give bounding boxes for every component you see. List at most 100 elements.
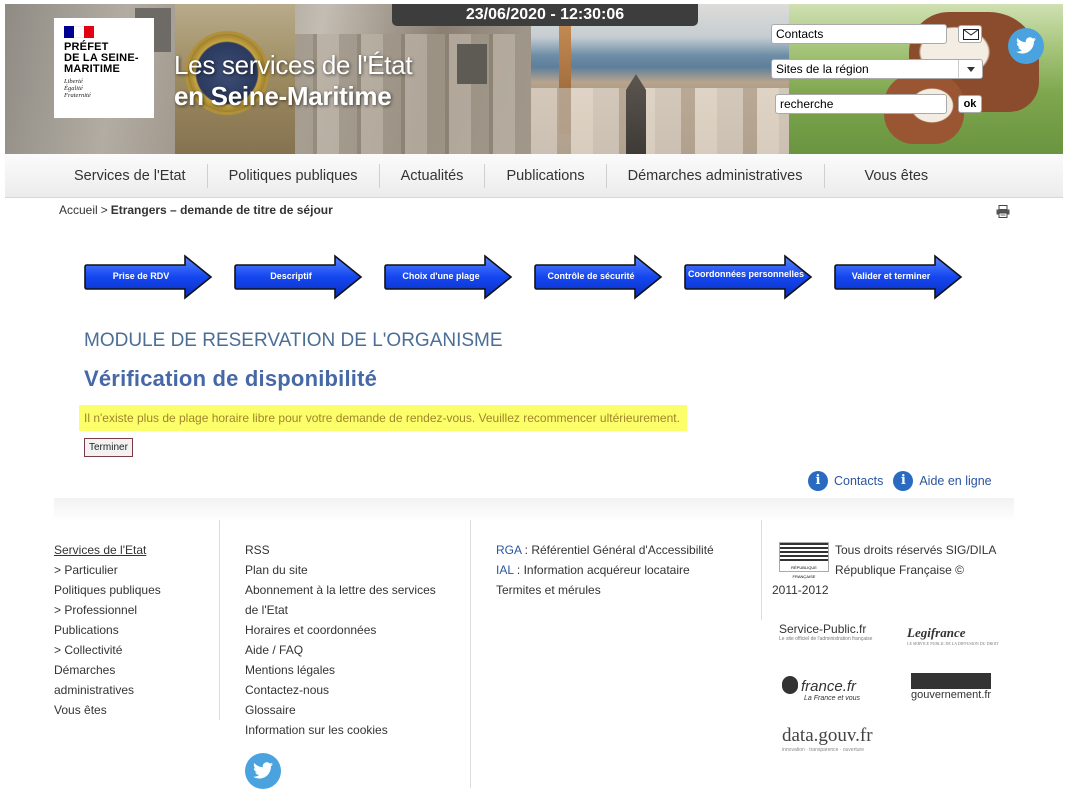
- data-gouv-name: data.gouv.fr: [782, 725, 873, 746]
- nav-item-politiques-publiques[interactable]: Politiques publiques: [208, 163, 380, 188]
- footer-link-demarches[interactable]: Démarches: [54, 660, 219, 680]
- footer-link-horaires[interactable]: Horaires et coordonnées: [245, 620, 465, 640]
- site-title-line2: en Seine-Maritime: [174, 81, 392, 111]
- gouvernement-name: gouvernement.fr: [911, 689, 992, 701]
- footer-link-particulier[interactable]: > Particulier: [54, 560, 219, 580]
- copyright-line1: Tous droits réservés SIG/DILA: [835, 543, 997, 557]
- step-prise-rdv[interactable]: Prise de RDV: [84, 254, 214, 300]
- footer-link-abonnement[interactable]: Abonnement à la lettre des services: [245, 580, 465, 600]
- twitter-button-footer[interactable]: [245, 753, 281, 789]
- data-gouv-tag: innovation · transparence · ouverture: [782, 747, 864, 753]
- no-slot-alert: Il n'existe plus de plage horaire libre …: [79, 405, 687, 431]
- nav-item-actualites[interactable]: Actualités: [380, 163, 486, 188]
- footer-link-aide-faq[interactable]: Aide / FAQ: [245, 640, 465, 660]
- nav-item-vous-etes[interactable]: Vous êtes: [825, 164, 950, 188]
- footer-link-termites[interactable]: Termites et mérules: [496, 580, 756, 600]
- prefet-logo[interactable]: PRÉFET DE LA SEINE- MARITIME Liberté Éga…: [54, 18, 154, 118]
- service-public-tag: Le site officiel de l'administration fra…: [779, 636, 873, 642]
- footer-link-services-etat[interactable]: Services de l'Etat: [54, 540, 219, 560]
- contacts-link[interactable]: Contacts: [834, 474, 883, 488]
- region-select-value: Sites de la région: [776, 62, 869, 76]
- finish-button[interactable]: Terminer: [84, 438, 133, 457]
- footer-link-rga[interactable]: RGA : Référentiel Général d'Accessibilit…: [496, 540, 756, 560]
- step-coordonnees[interactable]: Coordonnées personnelles: [684, 254, 814, 300]
- footer-link-politiques[interactable]: Politiques publiques: [54, 580, 219, 600]
- france-fr-name: france.fr: [801, 678, 857, 695]
- partner-gouvernement-logo[interactable]: gouvernement.fr: [911, 673, 991, 703]
- site-title-line1: Les services de l'État: [174, 50, 413, 80]
- search-ok-button[interactable]: ok: [958, 95, 982, 113]
- footer-link-contact[interactable]: Contactez-nous: [245, 680, 465, 700]
- ial-text: : Information acquéreur locataire: [513, 563, 690, 577]
- legifrance-name: Legifrance: [907, 625, 966, 640]
- main-nav: Services de l'Etat Politiques publiques …: [5, 154, 1063, 198]
- step-controle-securite[interactable]: Contrôle de sécurité: [534, 254, 664, 300]
- footer-link-ial[interactable]: IAL : Information acquéreur locataire: [496, 560, 756, 580]
- footer-link-cookies[interactable]: Information sur les cookies: [245, 720, 465, 740]
- footer-col-navigation: Services de l'Etat > Particulier Politiq…: [54, 540, 219, 720]
- banner-photo-le-havre: [531, 4, 789, 154]
- footer-col-info: RGA : Référentiel Général d'Accessibilit…: [496, 540, 756, 600]
- partner-data-gouv-logo[interactable]: data.gouv.fr innovation · transparence ·…: [782, 725, 873, 753]
- info-circle-icon: i: [808, 471, 828, 491]
- copyright-line2: République Française ©: [835, 563, 964, 577]
- service-public-name: Service-Public.fr: [779, 622, 867, 636]
- partner-legifrance-logo[interactable]: Legifrance LE SERVICE PUBLIC DE LA DIFFU…: [907, 625, 999, 646]
- copyright-line3: 2011-2012: [772, 583, 829, 597]
- france-fr-drop-icon: [782, 676, 798, 694]
- footer-link-rss[interactable]: RSS: [245, 540, 465, 560]
- search-input[interactable]: recherche: [775, 94, 947, 114]
- chevron-down-icon: [958, 60, 982, 78]
- site-title[interactable]: Les services de l'État en Seine-Maritime: [174, 50, 413, 112]
- contacts-field[interactable]: Contacts: [771, 24, 947, 44]
- footer-link-publications[interactable]: Publications: [54, 620, 219, 640]
- step-label: Contrôle de sécurité: [547, 271, 635, 281]
- footer-link-demarches-cont[interactable]: administratives: [54, 680, 219, 700]
- partner-france-fr-logo[interactable]: france.fr La France et vous: [782, 676, 860, 702]
- datetime-display: 23/06/2020 - 12:30:06: [392, 4, 698, 26]
- region-sites-select[interactable]: Sites de la région: [771, 59, 983, 79]
- french-flag-icon: [64, 26, 94, 38]
- envelope-icon: [963, 29, 979, 40]
- mail-button[interactable]: [958, 25, 982, 43]
- footer-column-divider: [470, 520, 471, 788]
- footer-link-glossaire[interactable]: Glossaire: [245, 700, 465, 720]
- step-choix-plage[interactable]: Choix d'une plage: [384, 254, 514, 300]
- step-label: Choix d'une plage: [402, 271, 480, 281]
- footer-link-collectivite[interactable]: > Collectivité: [54, 640, 219, 660]
- footer-link-vous-etes[interactable]: Vous êtes: [54, 700, 219, 720]
- nav-item-publications[interactable]: Publications: [485, 163, 607, 188]
- twitter-button-header[interactable]: [1008, 28, 1044, 64]
- rga-text: : Référentiel Général d'Accessibilité: [521, 543, 714, 557]
- step-label: Valider et terminer: [851, 271, 931, 281]
- legifrance-tag: LE SERVICE PUBLIC DE LA DIFFUSION DU DRO…: [907, 641, 999, 646]
- footer-link-plan-site[interactable]: Plan du site: [245, 560, 465, 580]
- breadcrumb-separator: >: [100, 203, 108, 217]
- printer-icon[interactable]: [996, 205, 1010, 218]
- step-descriptif[interactable]: Descriptif: [234, 254, 364, 300]
- breadcrumb-home-link[interactable]: Accueil: [59, 203, 98, 217]
- twitter-bird-icon: [1016, 37, 1036, 54]
- step-label: Prise de RDV: [112, 271, 170, 281]
- twitter-bird-icon: [253, 762, 273, 779]
- france-fr-tag: La France et vous: [804, 695, 861, 702]
- footer-column-divider: [761, 520, 762, 620]
- footer-col-site: RSS Plan du site Abonnement à la lettre …: [245, 540, 465, 740]
- booking-steps: Prise de RDV Descriptif Choix d'une plag…: [84, 254, 964, 300]
- logo-motto: Liberté Égalité Fraternité: [64, 78, 91, 99]
- nav-item-demarches[interactable]: Démarches administratives: [607, 163, 825, 188]
- step-valider-terminer[interactable]: Valider et terminer: [834, 254, 964, 300]
- step-label: Coordonnées personnelles: [688, 269, 805, 279]
- page-title: Vérification de disponibilité: [84, 366, 378, 391]
- nav-item-services-etat[interactable]: Services de l'Etat: [5, 163, 208, 188]
- online-help-link[interactable]: Aide en ligne: [919, 474, 991, 488]
- ial-acronym: IAL: [496, 563, 514, 577]
- footer-link-mentions[interactable]: Mentions légales: [245, 660, 465, 680]
- breadcrumb: Accueil > Etrangers – demande de titre de …: [59, 203, 333, 217]
- footer-link-professionnel[interactable]: > Professionnel: [54, 600, 219, 620]
- help-links: i Contacts i Aide en ligne: [808, 470, 1002, 492]
- partner-service-public-logo[interactable]: Service-Public.fr Le site officiel de l'…: [779, 622, 872, 642]
- footer-link-abonnement-cont[interactable]: de l'Etat: [245, 600, 465, 620]
- footer-divider: [54, 498, 1014, 522]
- step-label: Descriptif: [270, 271, 312, 281]
